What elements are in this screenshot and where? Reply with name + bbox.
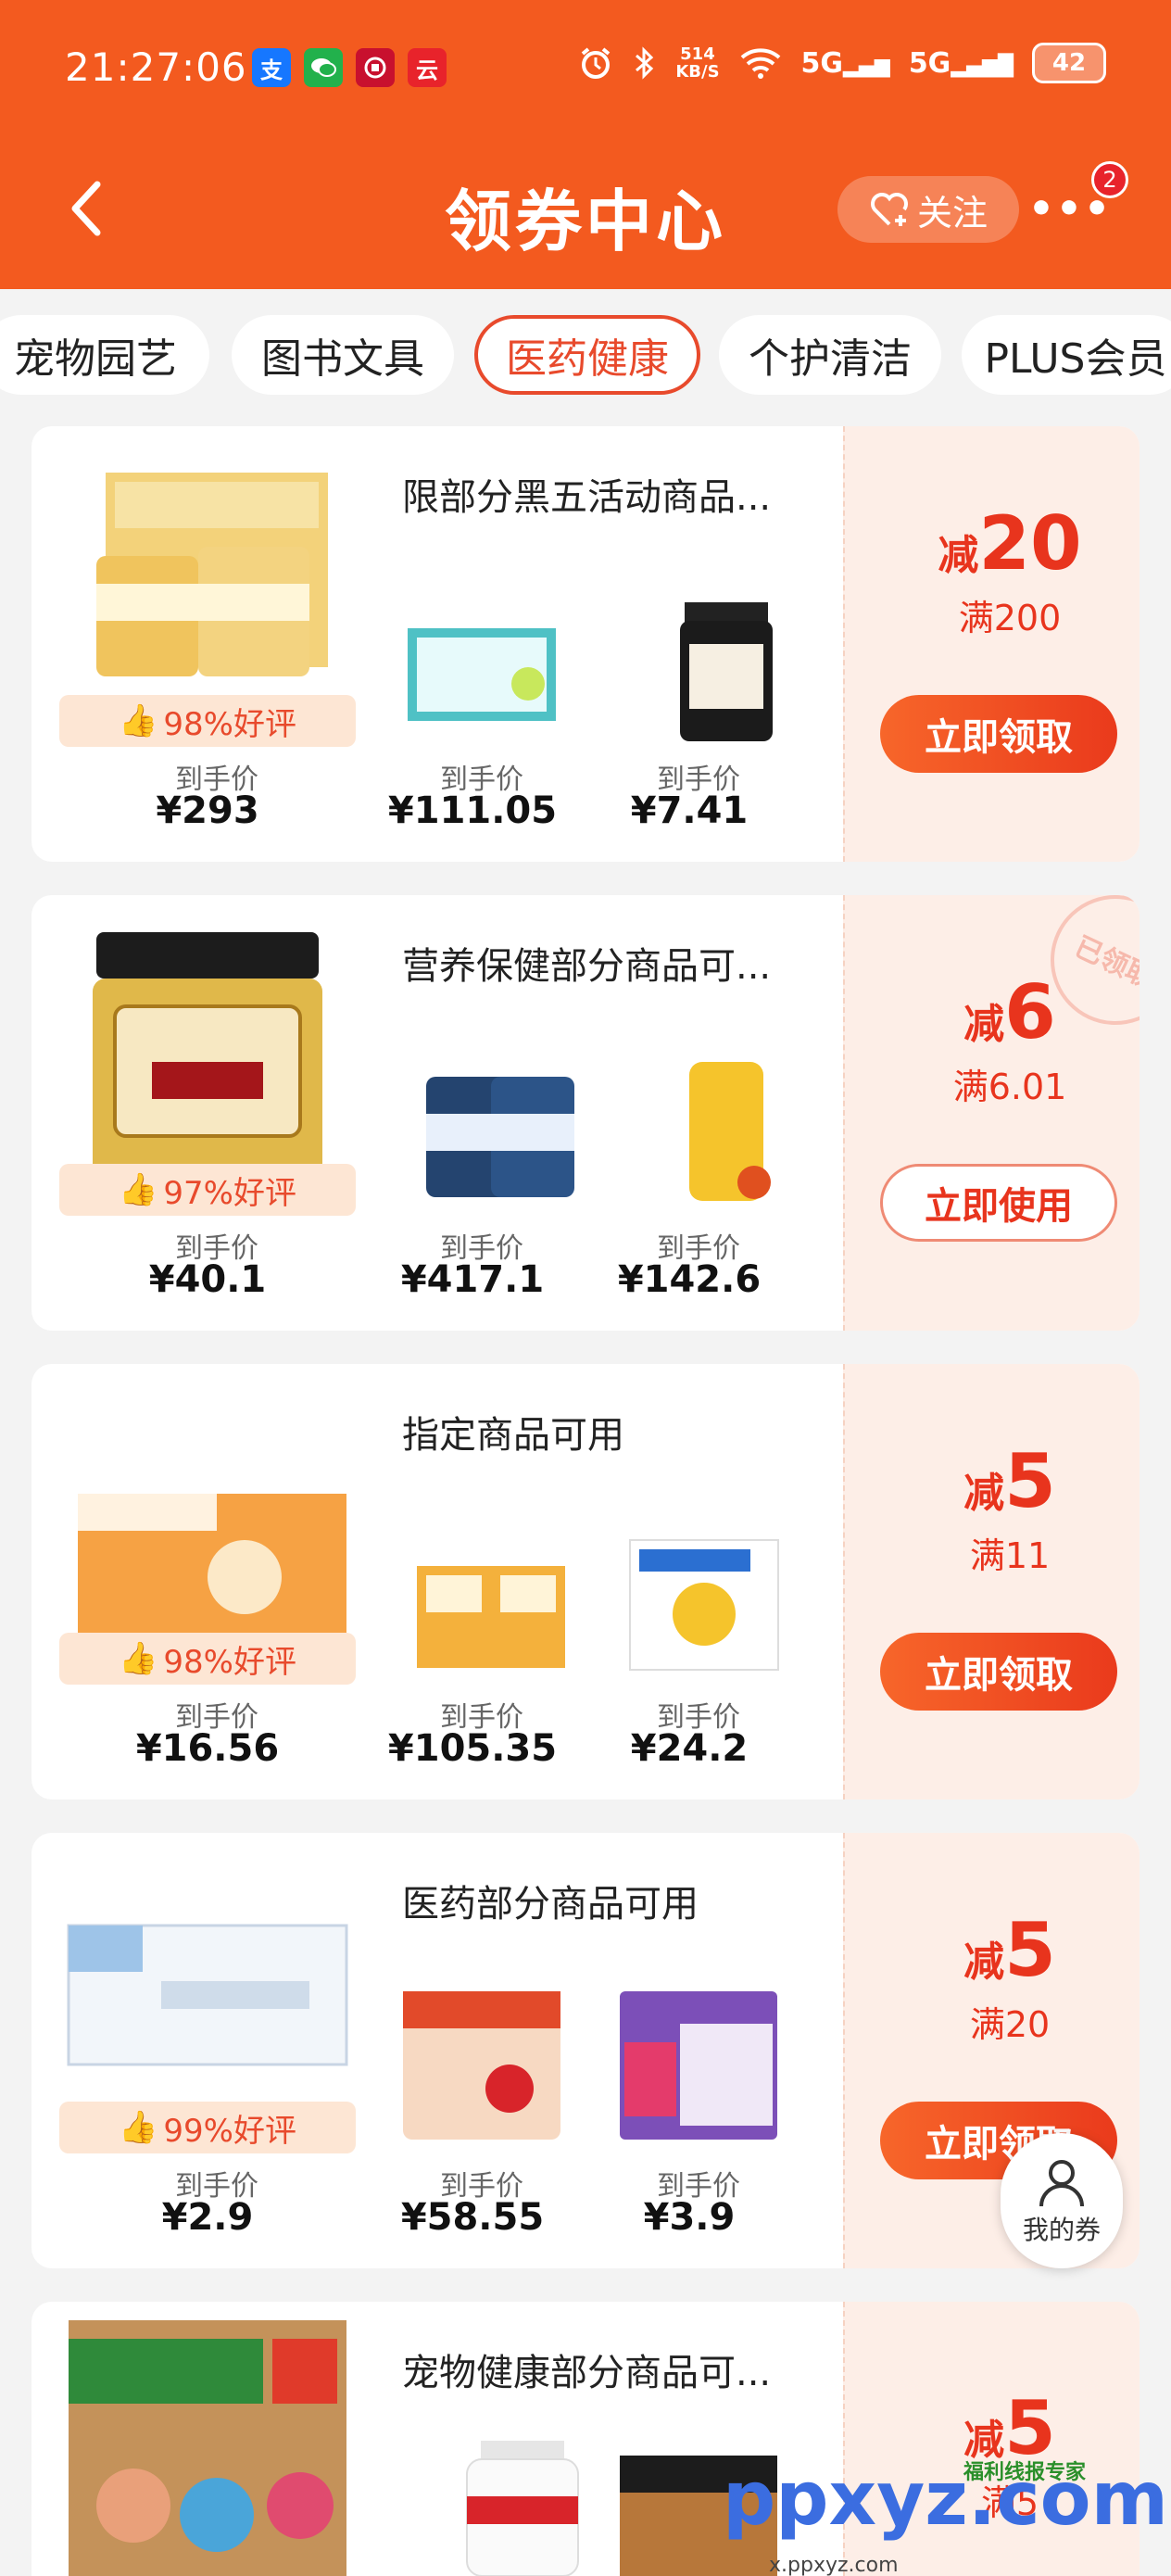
price: ¥105.35 xyxy=(387,1727,558,1770)
category-tabs: 宠物园艺 图书文具 医药健康 个护清洁 PLUS会员 xyxy=(0,289,1171,410)
coupon-title: 医药部分商品可用 xyxy=(402,1883,699,1926)
my-coupons-label: 我的券 xyxy=(1022,2215,1101,2245)
tab-medicine-health[interactable]: 医药健康 xyxy=(474,315,700,395)
wechat-icon xyxy=(304,48,343,87)
follow-button[interactable]: 关注 xyxy=(837,176,1019,243)
protein-powder-image xyxy=(96,473,328,676)
discount-amount: 减5 xyxy=(963,1438,1056,1524)
thumbs-up-icon: 👍 xyxy=(119,2109,158,2146)
price: ¥142.6 xyxy=(617,1258,762,1301)
battery-indicator: 42 xyxy=(1032,43,1106,83)
tab-plus-member[interactable]: PLUS会员 xyxy=(962,315,1171,395)
coupon-panel xyxy=(843,1364,1140,1799)
price: ¥24.2 xyxy=(630,1727,749,1770)
cloudpay-icon: 云 xyxy=(408,48,447,87)
tab-personal-care[interactable]: 个护清洁 xyxy=(719,315,941,395)
granules-pack-image xyxy=(403,1991,560,2140)
thumbs-up-icon: 👍 xyxy=(119,702,158,739)
watermark-logo: ppxyz.com x.ppxyz.com xyxy=(723,2456,1168,2576)
notification-icons: 支 云 xyxy=(252,48,447,87)
thumbs-up-icon: 👍 xyxy=(119,1640,158,1677)
claim-button[interactable]: 立即领取 xyxy=(880,1633,1117,1711)
claim-button[interactable]: 立即领取 xyxy=(880,695,1117,773)
hawthorn-box-image xyxy=(69,2320,346,2576)
tab-pets-garden[interactable]: 宠物园艺 xyxy=(0,315,209,395)
wifi-icon xyxy=(740,48,780,79)
status-time: 21:27:06 xyxy=(65,44,247,90)
rating-badge: 👍 99%好评 xyxy=(59,2102,356,2153)
calcium-box-image xyxy=(408,628,556,721)
discount-amount: 减6 xyxy=(963,969,1056,1055)
coupon-card[interactable]: 👍 99%好评 医药部分商品可用 到手价 ¥2.9 到手价 ¥58.55 到手价 … xyxy=(31,1833,1140,2268)
use-button[interactable]: 立即使用 xyxy=(880,1164,1117,1242)
coupon-divider xyxy=(843,426,845,862)
coupon-title: 限部分黑五活动商品... xyxy=(402,476,772,519)
price: ¥3.9 xyxy=(643,2196,736,2239)
thumbs-up-icon: 👍 xyxy=(119,1171,158,1208)
notification-badge: 2 xyxy=(1091,161,1128,198)
tab-books-stationery[interactable]: 图书文具 xyxy=(232,315,454,395)
price: ¥16.56 xyxy=(135,1727,280,1770)
follow-label: 关注 xyxy=(916,192,988,234)
price: ¥417.1 xyxy=(400,1258,545,1301)
signal-5g-1: 5G▂▄▆ xyxy=(800,46,890,80)
sauce-jar-image xyxy=(680,602,773,741)
signal-5g-2: 5G▂▄▆█ xyxy=(908,46,1014,80)
rating-badge: 👍 97%好评 xyxy=(59,1164,356,1216)
lactoferrin-bottle-image xyxy=(466,2441,579,2576)
bluetooth-icon xyxy=(636,46,654,80)
bank-icon xyxy=(356,48,395,87)
coupon-title: 宠物健康部分商品可... xyxy=(402,2352,772,2394)
coupon-card[interactable]: 👍 98%好评 指定商品可用 到手价 ¥16.56 到手价 ¥105.35 到手价… xyxy=(31,1364,1140,1799)
ginseng-jar-image xyxy=(93,932,322,1182)
supplement-bottle-image xyxy=(689,1062,771,1201)
discount-amount: 减5 xyxy=(963,1907,1056,1993)
my-coupons-button[interactable]: 我的券 xyxy=(1001,2133,1123,2268)
status-indicators: 514 KB/S 5G▂▄▆ 5G▂▄▆█ 42 xyxy=(577,43,1106,83)
coupon-title: 营养保健部分商品可... xyxy=(402,945,772,988)
status-bar: 21:27:06 支 云 514 KB/S 5G▂▄▆ 5G▂▄▆█ 42 xyxy=(0,0,1171,139)
coupon-card[interactable]: 已领取 👍 97%好评 营养保健部分商品可... 到手价 ¥40.1 到手价 ¥4… xyxy=(31,895,1140,1331)
vitamin-bottles-image xyxy=(426,1077,574,1197)
header: 21:27:06 支 云 514 KB/S 5G▂▄▆ 5G▂▄▆█ 42 领券… xyxy=(0,0,1171,289)
coupon-title: 指定商品可用 xyxy=(402,1414,624,1457)
discount-threshold: 满6.01 xyxy=(952,1067,1067,1107)
price: ¥7.41 xyxy=(630,789,749,832)
heart-plus-icon xyxy=(871,193,908,226)
medicine-box-image xyxy=(67,1924,348,2066)
discount-threshold: 满200 xyxy=(958,598,1062,638)
price: ¥58.55 xyxy=(400,2196,545,2239)
vitamin-pack-image xyxy=(417,1566,565,1668)
coupon-divider xyxy=(843,1833,845,2268)
user-icon xyxy=(1039,2160,1084,2207)
price: ¥293 xyxy=(156,789,259,832)
discount-amount: 减20 xyxy=(938,500,1082,587)
price: ¥2.9 xyxy=(161,2196,254,2239)
rating-badge: 👍 98%好评 xyxy=(59,695,356,747)
nav-bar: 领券中心 关注 ••• 2 xyxy=(0,148,1171,269)
alipay-icon: 支 xyxy=(252,48,291,87)
herbal-tea-image xyxy=(620,1991,777,2140)
coupon-divider xyxy=(843,1364,845,1799)
discount-threshold: 满20 xyxy=(969,2004,1051,2045)
vitamin-ad-box-image xyxy=(78,1494,346,1642)
alarm-icon xyxy=(582,47,611,79)
vitamin-ad-drops-image xyxy=(629,1539,779,1671)
price: ¥111.05 xyxy=(387,789,558,832)
discount-threshold: 满11 xyxy=(969,1535,1051,1576)
coupon-card[interactable]: 👍 98%好评 限部分黑五活动商品... 到手价 ¥293 到手价 ¥111.05… xyxy=(31,426,1140,862)
price: ¥40.1 xyxy=(148,1258,267,1301)
network-speed: 514 KB/S xyxy=(675,44,720,82)
rating-badge: 👍 98%好评 xyxy=(59,1633,356,1685)
coupon-panel xyxy=(843,426,1140,862)
coupon-divider xyxy=(843,895,845,1331)
